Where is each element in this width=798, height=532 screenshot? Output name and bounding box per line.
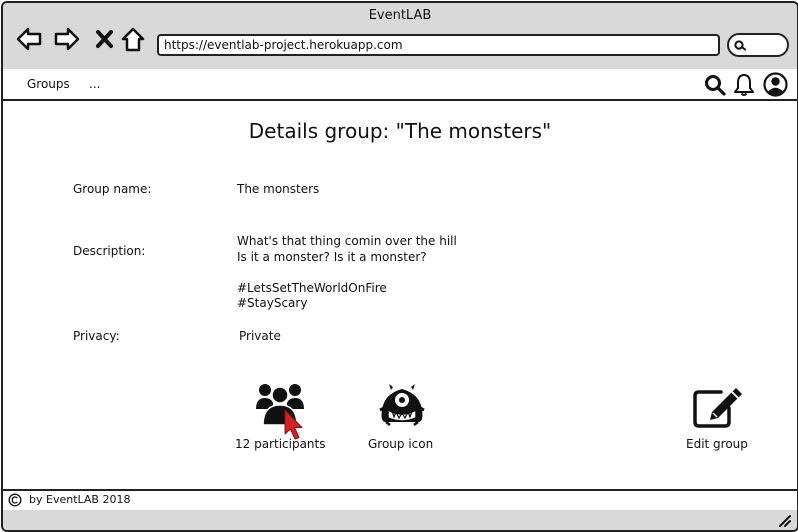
privacy-label: Privacy: <box>73 329 120 343</box>
url-bar[interactable]: https://eventlab-project.herokuapp.com <box>157 34 720 56</box>
window-title: EventLAB <box>368 8 432 23</box>
browser-search-field[interactable] <box>727 33 789 57</box>
browser-titlebar: EventLAB https://eventlab-project.heroku… <box>3 3 797 71</box>
status-bar <box>3 510 797 530</box>
menu-item-groups[interactable]: Groups <box>27 77 70 91</box>
search-icon <box>734 40 746 51</box>
menu-item-more[interactable]: ... <box>89 77 100 91</box>
browser-window: EventLAB https://eventlab-project.heroku… <box>1 1 798 532</box>
main-content: Details group: "The monsters" Group name… <box>3 101 797 489</box>
search-icon[interactable] <box>703 73 727 97</box>
description-line: What's that thing comin over the hill <box>237 234 457 248</box>
group-name-label: Group name: <box>73 182 152 196</box>
footer-text: by EventLAB 2018 <box>29 493 131 506</box>
home-icon[interactable] <box>119 25 147 53</box>
description-value: What's that thing comin over the hill Is… <box>237 234 457 312</box>
edit-group-button[interactable] <box>693 386 745 430</box>
privacy-value: Private <box>239 329 281 343</box>
description-line: Is it a monster? Is it a monster? <box>237 249 427 264</box>
edit-group-label[interactable]: Edit group <box>686 437 748 451</box>
edit-pencil-icon <box>693 388 742 428</box>
bell-icon[interactable] <box>732 72 756 97</box>
resize-handle-icon[interactable] <box>777 513 791 527</box>
participants-count[interactable]: 12 participants <box>235 437 326 451</box>
group-icon-label: Group icon <box>368 437 434 451</box>
user-avatar-icon[interactable] <box>763 72 788 97</box>
footer: by EventLAB 2018 <box>3 489 797 512</box>
description-hashtag: #LetsSetTheWorldOnFire <box>237 280 387 295</box>
participants-button[interactable] <box>255 379 309 440</box>
back-arrow-icon[interactable] <box>15 25 43 53</box>
page-title: Details group: "The monsters" <box>248 119 552 143</box>
group-icon-image <box>378 384 426 426</box>
description-hashtag: #StayScary <box>237 296 308 310</box>
copyright-icon <box>8 493 22 507</box>
forward-arrow-icon[interactable] <box>53 25 81 53</box>
monster-icon <box>379 384 425 426</box>
app-menu-bar: Groups ... <box>3 69 797 101</box>
group-name-value: The monsters <box>237 182 320 196</box>
description-label: Description: <box>73 244 146 258</box>
close-x-icon[interactable] <box>91 25 119 53</box>
